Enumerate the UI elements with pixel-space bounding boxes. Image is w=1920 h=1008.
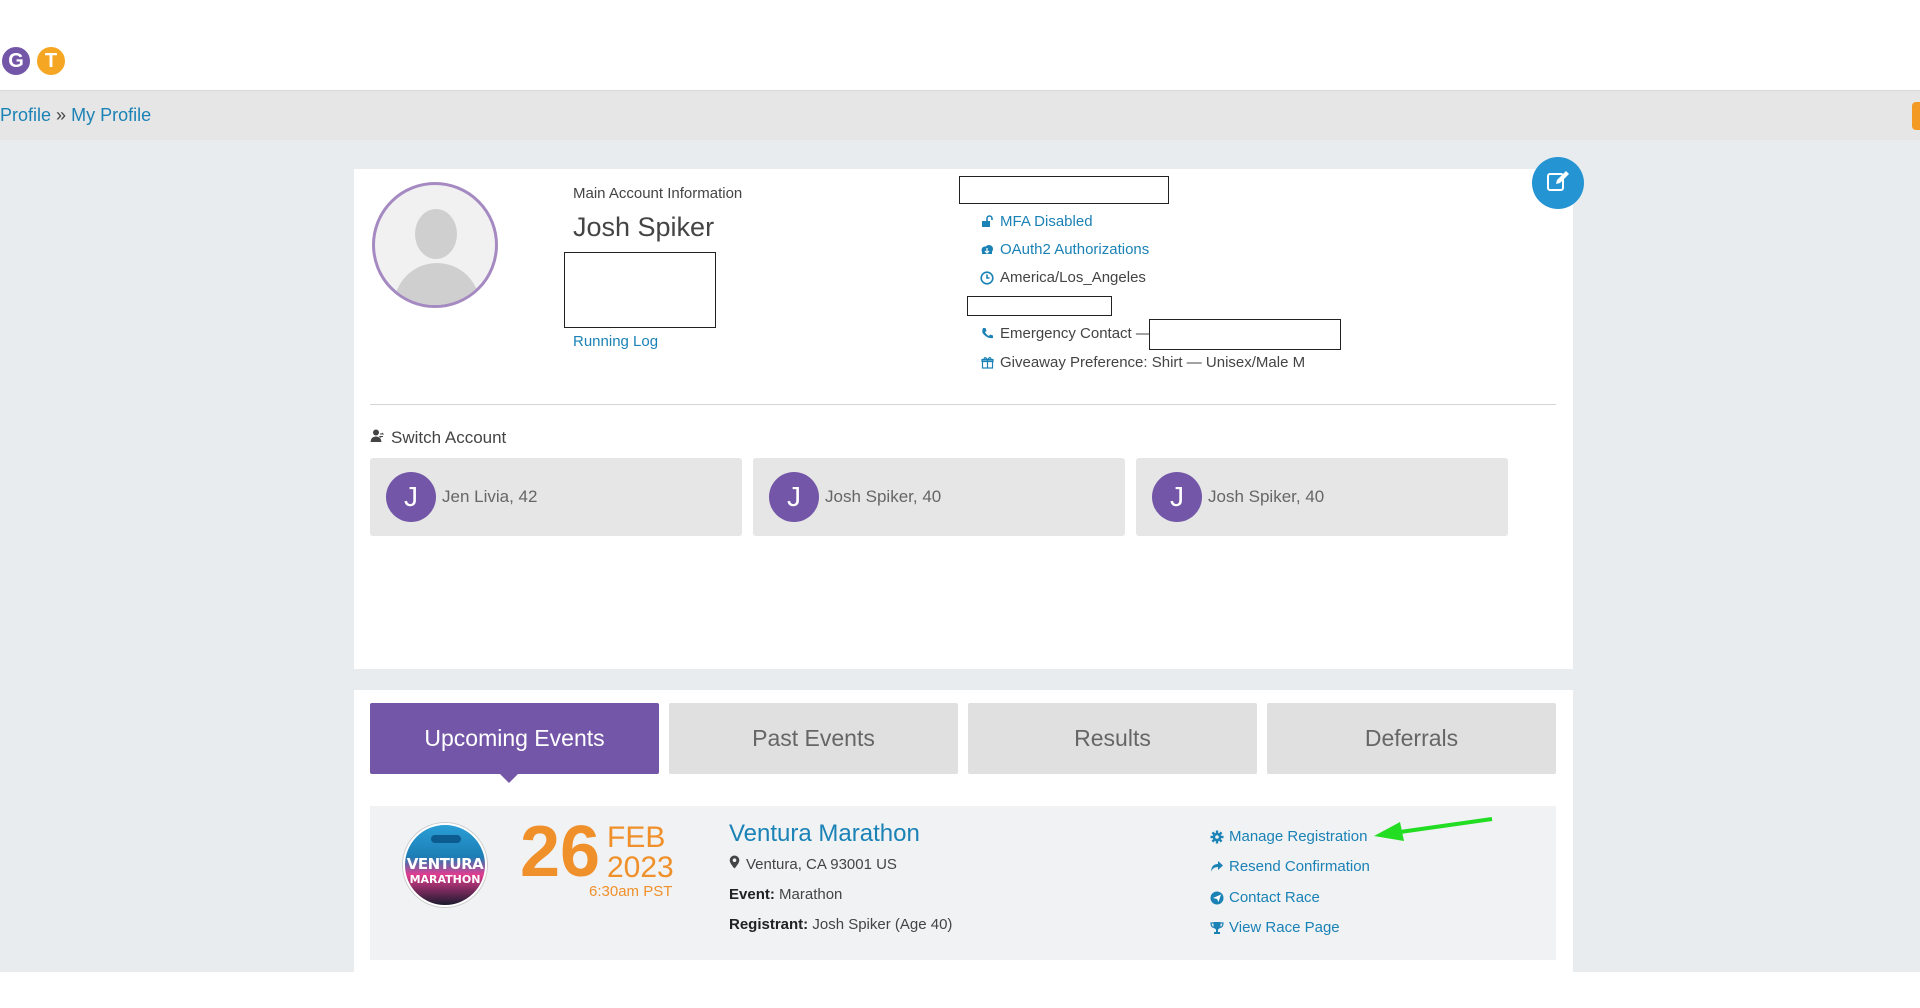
event-day: 26 <box>520 812 601 892</box>
switch-account-item[interactable]: J Josh Spiker, 40 <box>753 458 1125 536</box>
user-badge-g[interactable]: G <box>0 45 32 77</box>
avatar-placeholder-head <box>415 209 457 259</box>
edit-profile-button[interactable] <box>1532 157 1584 209</box>
gear-icon <box>1210 830 1224 844</box>
race-event-type: Event: Marathon <box>729 886 842 903</box>
breadcrumb-bar <box>0 91 1920 140</box>
cloud-icon <box>980 243 994 257</box>
event-time: 6:30am PST <box>589 883 673 900</box>
page-footer-strip <box>0 972 1920 1008</box>
share-arrow-icon <box>1210 860 1224 873</box>
gift-icon <box>980 356 994 370</box>
view-race-page-link[interactable]: View Race Page <box>1229 919 1340 936</box>
avatar[interactable] <box>372 182 498 308</box>
race-title-link[interactable]: Ventura Marathon <box>729 820 920 848</box>
race-location: Ventura, CA 93001 US <box>729 855 897 873</box>
mfa-row[interactable]: MFA Disabled <box>980 213 1093 230</box>
active-tab-caret <box>500 774 518 783</box>
emergency-contact-label: Emergency Contact — <box>1000 325 1151 342</box>
trophy-icon <box>1210 921 1224 935</box>
account-name: Jen Livia, 42 <box>442 487 538 506</box>
redacted-box <box>959 176 1169 204</box>
timezone-row: America/Los_Angeles <box>980 269 1146 286</box>
manage-registration-link[interactable]: Manage Registration <box>1229 828 1367 845</box>
badge-letter: T <box>44 49 58 72</box>
redacted-box <box>1149 319 1341 350</box>
account-initial-avatar: J <box>769 472 819 522</box>
tab-past-events[interactable]: Past Events <box>669 703 958 774</box>
race-location-text: Ventura, CA 93001 US <box>746 855 897 873</box>
switch-account-item[interactable]: J Jen Livia, 42 <box>370 458 742 536</box>
profile-divider <box>370 404 1556 405</box>
contact-race-link[interactable]: Contact Race <box>1229 889 1320 906</box>
tab-upcoming-events[interactable]: Upcoming Events <box>370 703 659 774</box>
annotation-arrow-icon <box>1374 817 1493 841</box>
unlock-icon <box>980 215 994 229</box>
event-type-value: Marathon <box>779 886 843 903</box>
switch-account-title: Switch Account <box>391 428 507 447</box>
timezone-value: America/Los_Angeles <box>1000 269 1146 286</box>
breadcrumb-profile-link[interactable]: Profile <box>0 105 51 125</box>
profile-name: Josh Spiker <box>573 212 715 242</box>
event-month: FEB <box>607 821 666 854</box>
map-marker-icon <box>729 855 740 873</box>
badge-letter: G <box>8 49 24 72</box>
switch-account-item[interactable]: J Josh Spiker, 40 <box>1136 458 1508 536</box>
side-feedback-tab[interactable] <box>1912 102 1920 130</box>
race-logo[interactable]: VENTURA MARATHON <box>403 823 487 907</box>
resend-confirmation-link[interactable]: Resend Confirmation <box>1229 858 1370 875</box>
race-registrant: Registrant: Josh Spiker (Age 40) <box>729 916 952 933</box>
switch-account-heading: Switch Account <box>370 428 506 448</box>
top-navigation-bar: G T <box>0 0 1920 91</box>
redacted-box <box>564 252 716 328</box>
mfa-disabled-link[interactable]: MFA Disabled <box>1000 213 1093 230</box>
tab-results[interactable]: Results <box>968 703 1257 774</box>
logo-decoration <box>431 835 461 843</box>
phone-icon <box>980 327 994 341</box>
logo-text-line2: MARATHON <box>409 873 481 886</box>
contact-race-action[interactable]: Contact Race <box>1210 889 1320 906</box>
avatar-placeholder-body <box>394 263 480 305</box>
redacted-box <box>967 296 1112 316</box>
user-badge-t[interactable]: T <box>35 45 67 77</box>
view-race-page-action[interactable]: View Race Page <box>1210 919 1340 936</box>
logo-text-line1: VENTURA <box>406 855 484 873</box>
tab-deferrals[interactable]: Deferrals <box>1267 703 1556 774</box>
emergency-contact-row: Emergency Contact — <box>980 325 1151 342</box>
registrant-value: Josh Spiker (Age 40) <box>812 916 953 933</box>
manage-registration-action[interactable]: Manage Registration <box>1210 828 1367 845</box>
send-circle-icon <box>1210 891 1224 905</box>
running-log-link[interactable]: Running Log <box>573 333 658 350</box>
giveaway-row: Giveaway Preference: Shirt — Unisex/Male… <box>980 354 1305 371</box>
registrant-label: Registrant: <box>729 916 809 933</box>
main-account-label: Main Account Information <box>573 185 743 202</box>
breadcrumb-separator: » <box>56 105 67 125</box>
giveaway-preference: Giveaway Preference: Shirt — Unisex/Male… <box>1000 354 1306 371</box>
account-initial-avatar: J <box>386 472 436 522</box>
clock-icon <box>980 270 994 285</box>
profile-card <box>354 169 1573 669</box>
breadcrumb: Profile » My Profile <box>0 105 151 126</box>
account-name: Josh Spiker, 40 <box>825 487 942 506</box>
event-type-label: Event: <box>729 886 775 903</box>
breadcrumb-my-profile-link[interactable]: My Profile <box>71 105 151 125</box>
oauth-row[interactable]: OAuth2 Authorizations <box>980 241 1149 258</box>
edit-icon <box>1545 168 1571 199</box>
oauth-authorizations-link[interactable]: OAuth2 Authorizations <box>1000 241 1149 258</box>
switch-user-icon <box>370 428 385 448</box>
account-initial-avatar: J <box>1152 472 1202 522</box>
event-year: 2023 <box>607 851 674 884</box>
account-name: Josh Spiker, 40 <box>1208 487 1325 506</box>
resend-confirmation-action[interactable]: Resend Confirmation <box>1210 858 1370 875</box>
